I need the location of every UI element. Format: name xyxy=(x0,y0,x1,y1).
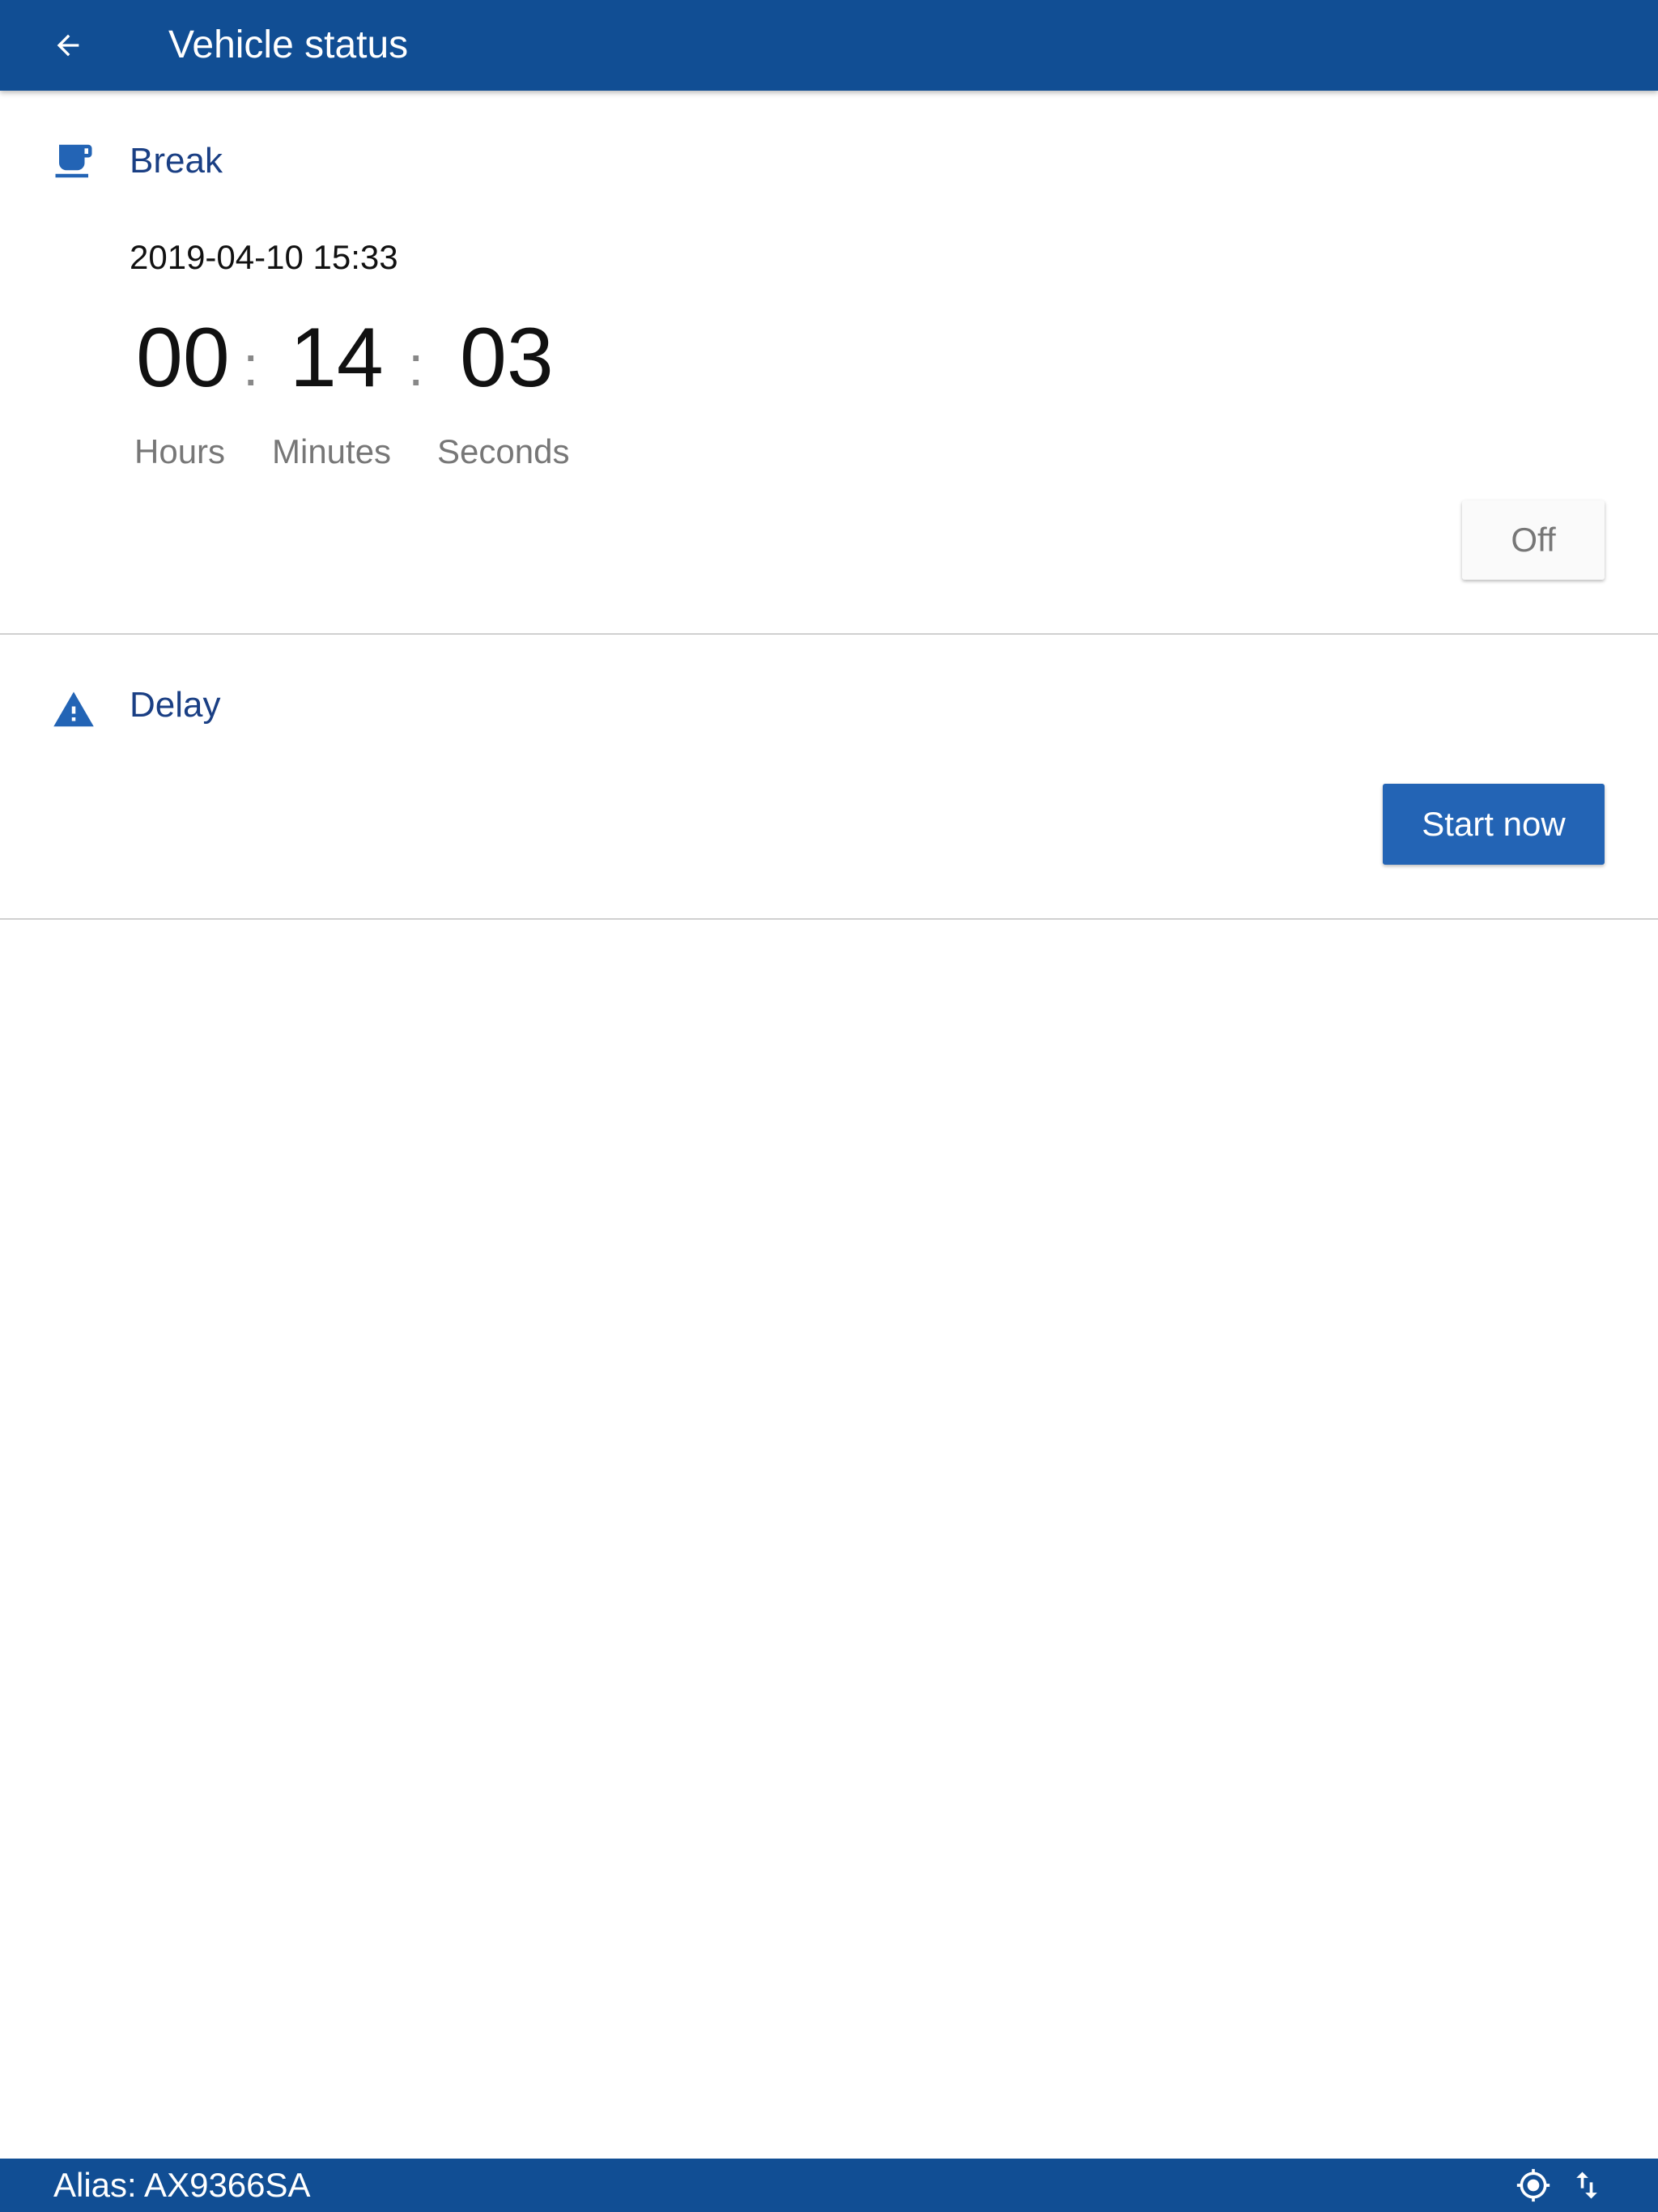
delay-title: Delay xyxy=(130,685,221,725)
warning-triangle-icon xyxy=(53,691,94,727)
timer-separator: : xyxy=(408,334,424,398)
minutes-label: Minutes xyxy=(272,432,392,470)
break-off-button[interactable]: Off xyxy=(1462,500,1605,580)
break-title: Break xyxy=(130,141,223,181)
hours-label: Hours xyxy=(134,432,226,470)
gps-fixed-icon[interactable] xyxy=(1516,2167,1551,2203)
vehicle-status-screen: Vehicle status Break 2019-04-10 15:33 00… xyxy=(0,0,1658,2212)
app-bar: Vehicle status xyxy=(0,0,1658,91)
page-title: Vehicle status xyxy=(168,23,409,66)
break-start-date: 2019-04-10 15:33 xyxy=(130,238,398,276)
break-section: Break 2019-04-10 15:33 00 : 14 : 03 Hour… xyxy=(0,91,1658,635)
back-button[interactable] xyxy=(39,19,97,71)
timer-separator: : xyxy=(243,334,259,398)
start-now-button[interactable]: Start now xyxy=(1383,784,1605,865)
delay-section: Delay Start now xyxy=(0,635,1658,920)
arrow-back-icon xyxy=(57,34,79,57)
coffee-cup-icon xyxy=(55,144,92,178)
timer-minutes: 14 xyxy=(290,311,384,405)
timer-seconds: 03 xyxy=(460,311,554,405)
status-bar: Alias: AX9366SA xyxy=(0,2159,1658,2212)
sync-arrows-icon[interactable] xyxy=(1569,2167,1605,2203)
seconds-label: Seconds xyxy=(437,432,570,470)
vehicle-alias: Alias: AX9366SA xyxy=(53,2166,311,2204)
timer-hours: 00 xyxy=(136,311,230,405)
